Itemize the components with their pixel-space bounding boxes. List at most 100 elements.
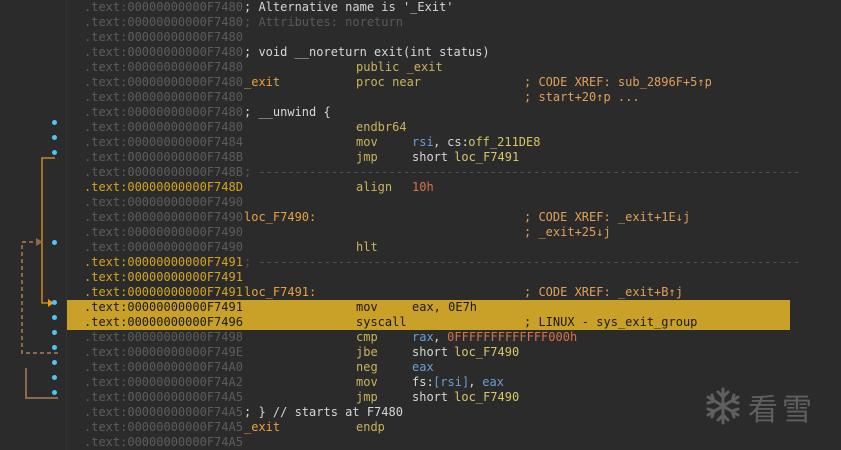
line-address[interactable]: .text:00000000000F7480 <box>84 105 243 120</box>
listing-line[interactable]: .text:00000000000F7490 ; _exit+25↓j <box>67 225 841 240</box>
instruction-operand[interactable]: cs: <box>447 135 469 150</box>
instruction-operand[interactable]: eax <box>412 360 434 375</box>
listing-line[interactable]: .text:00000000000F7484 mov rsi, cs: off_211… <box>67 135 841 150</box>
listing-line[interactable]: .text:00000000000F7490 loc_F7490: ; CODE X… <box>67 210 841 225</box>
listing-comment[interactable]: ; Attributes: noreturn <box>244 15 403 30</box>
listing-line[interactable]: .text:00000000000F7480 endbr64 <box>67 120 841 135</box>
listing-line[interactable]: .text:00000000000F7480; __unwind { <box>67 105 841 120</box>
line-address[interactable]: .text:00000000000F7480 <box>84 30 243 45</box>
line-address[interactable]: .text:00000000000F748D <box>84 180 243 195</box>
line-address[interactable]: .text:00000000000F7480 <box>84 15 243 30</box>
xref-comment[interactable]: ; CODE XREF: _exit+B↑j <box>524 285 683 300</box>
instruction-operand[interactable]: loc_F7490 <box>454 390 519 405</box>
instruction-mnemonic[interactable]: endbr64 <box>356 120 407 135</box>
line-address[interactable]: .text:00000000000F7484 <box>84 135 243 150</box>
line-address[interactable]: .text:00000000000F7491 <box>84 285 243 300</box>
line-address[interactable]: .text:00000000000F7491 <box>84 255 243 270</box>
instruction-mnemonic[interactable]: cmp <box>356 330 378 345</box>
instruction-mnemonic[interactable]: align <box>356 180 392 195</box>
instruction-operand[interactable]: eax, 0E7h <box>412 300 477 315</box>
instruction-mnemonic[interactable]: jmp <box>356 390 378 405</box>
line-address[interactable]: .text:00000000000F7490 <box>84 225 243 240</box>
instruction-mnemonic[interactable]: mov <box>356 375 378 390</box>
listing-line[interactable]: .text:00000000000F7496 syscall ; LINUX - s… <box>67 315 790 330</box>
line-address[interactable]: .text:00000000000F74A0 <box>84 360 243 375</box>
listing-line[interactable]: .text:00000000000F7491 loc_F7491: ; CODE X… <box>67 285 841 300</box>
instruction-operand[interactable]: 10h <box>412 180 434 195</box>
instruction-operand[interactable]: rsi <box>412 135 434 150</box>
instruction-mnemonic[interactable]: jbe <box>356 345 378 360</box>
line-address[interactable]: .text:00000000000F7498 <box>84 330 243 345</box>
code-label[interactable]: loc_F7491: <box>244 285 316 300</box>
listing-line[interactable]: .text:00000000000F749E jbe short loc_F7490 <box>67 345 841 360</box>
line-address[interactable]: .text:00000000000F74A2 <box>84 375 243 390</box>
instruction-operand[interactable]: 0FFFFFFFFFFFFF000h <box>447 330 577 345</box>
instruction-mnemonic[interactable]: syscall <box>356 315 407 330</box>
line-address[interactable]: .text:00000000000F7490 <box>84 210 243 225</box>
xref-comment[interactable]: ; start+20↑p ... <box>524 90 640 105</box>
instruction-mnemonic[interactable]: jmp <box>356 150 378 165</box>
listing-line[interactable]: .text:00000000000F7480 _exit proc near ; CO… <box>67 75 841 90</box>
xref-comment[interactable]: ; _exit+25↓j <box>524 225 611 240</box>
line-address[interactable]: .text:00000000000F7480 <box>84 45 243 60</box>
listing-line[interactable]: .text:00000000000F7491; ----------------… <box>67 255 841 270</box>
instruction-operand[interactable]: loc_F7490 <box>454 345 519 360</box>
line-address[interactable]: .text:00000000000F7490 <box>84 240 243 255</box>
xref-comment[interactable]: ; CODE XREF: sub_2896F+5↑p <box>524 75 712 90</box>
line-address[interactable]: .text:00000000000F748B <box>84 150 243 165</box>
instruction-operand[interactable]: rax <box>412 330 434 345</box>
line-address[interactable]: .text:00000000000F74A5 <box>84 420 243 435</box>
instruction-mnemonic[interactable]: endp <box>356 420 385 435</box>
instruction-operand[interactable]: , <box>433 135 447 150</box>
instruction-operand[interactable]: short <box>412 150 455 165</box>
listing-line[interactable]: .text:00000000000F74A0 neg eax <box>67 360 841 375</box>
listing-line[interactable]: .text:00000000000F7480 ; start+20↑p ... <box>67 90 841 105</box>
listing-line[interactable]: .text:00000000000F748D align 10h <box>67 180 841 195</box>
listing-line[interactable]: .text:00000000000F7491 mov eax, 0E7h <box>67 300 790 315</box>
xref-comment[interactable]: ; CODE XREF: _exit+1E↓j <box>524 210 690 225</box>
line-address[interactable]: .text:00000000000F74A5 <box>84 405 243 420</box>
instruction-operand[interactable]: eax <box>482 375 504 390</box>
listing-line[interactable]: .text:00000000000F7480; Attributes: nore… <box>67 15 841 30</box>
code-label[interactable]: loc_F7490: <box>244 210 316 225</box>
line-address[interactable]: .text:00000000000F748B <box>84 165 243 180</box>
line-address[interactable]: .text:00000000000F7496 <box>84 315 243 330</box>
line-address[interactable]: .text:00000000000F7491 <box>84 270 243 285</box>
instruction-operand[interactable]: short <box>412 390 455 405</box>
instruction-operand[interactable]: , <box>433 330 447 345</box>
instruction-operand[interactable]: loc_F7491 <box>454 150 519 165</box>
code-label[interactable]: _exit <box>244 420 280 435</box>
listing-line[interactable]: .text:00000000000F7480 public _exit <box>67 60 841 75</box>
instruction-operand[interactable]: short <box>412 345 455 360</box>
instruction-mnemonic[interactable]: neg <box>356 360 378 375</box>
listing-line[interactable]: .text:00000000000F7490 <box>67 195 841 210</box>
listing-line[interactable]: .text:00000000000F7490 hlt <box>67 240 841 255</box>
instruction-operand[interactable]: fs: <box>412 375 434 390</box>
listing-line[interactable]: .text:00000000000F748B; ----------------… <box>67 165 841 180</box>
instruction-operand[interactable]: , <box>468 375 482 390</box>
listing-comment[interactable]: ; --------------------------------------… <box>244 255 800 270</box>
listing-comment[interactable]: ; } // starts at F7480 <box>244 405 403 420</box>
line-address[interactable]: .text:00000000000F7480 <box>84 120 243 135</box>
listing-comment[interactable]: ; Alternative name is '_Exit' <box>244 0 454 15</box>
instruction-mnemonic[interactable]: mov <box>356 135 378 150</box>
listing-line[interactable]: .text:00000000000F7480 <box>67 30 841 45</box>
line-address[interactable]: .text:00000000000F749E <box>84 345 243 360</box>
line-address[interactable]: .text:00000000000F7491 <box>84 300 243 315</box>
line-address[interactable]: .text:00000000000F7490 <box>84 195 243 210</box>
listing-comment[interactable]: ; __unwind { <box>244 105 331 120</box>
instruction-mnemonic[interactable]: proc near <box>356 75 421 90</box>
instruction-mnemonic[interactable]: mov <box>356 300 378 315</box>
line-address[interactable]: .text:00000000000F7480 <box>84 0 243 15</box>
listing-line[interactable]: .text:00000000000F74A5 <box>67 435 841 450</box>
listing-line[interactable]: .text:00000000000F7480; void __noreturn … <box>67 45 841 60</box>
instruction-mnemonic[interactable]: public _exit <box>356 60 443 75</box>
code-label[interactable]: _exit <box>244 75 280 90</box>
listing-line[interactable]: .text:00000000000F748B jmp short loc_F7491 <box>67 150 841 165</box>
line-address[interactable]: .text:00000000000F74A5 <box>84 390 243 405</box>
listing-line[interactable]: .text:00000000000F7491 <box>67 270 841 285</box>
line-address[interactable]: .text:00000000000F7480 <box>84 60 243 75</box>
listing-comment[interactable]: ; --------------------------------------… <box>244 165 800 180</box>
listing-line[interactable]: .text:00000000000F7480; Alternative name… <box>67 0 841 15</box>
line-address[interactable]: .text:00000000000F7480 <box>84 90 243 105</box>
